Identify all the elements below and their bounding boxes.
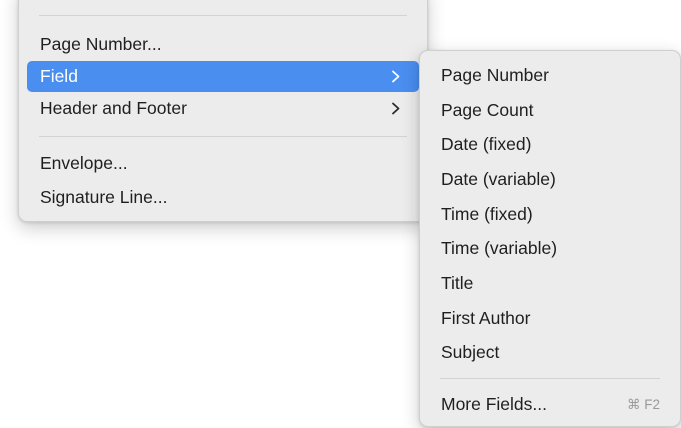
submenu-item-title[interactable]: Title	[428, 268, 672, 299]
menu-item-label: Time (fixed)	[441, 204, 533, 224]
field-submenu: Page Number Page Count Date (fixed) Date…	[419, 50, 681, 427]
screen: Page Number... Field Header and Footer E…	[0, 0, 681, 428]
menu-item-label: Date (fixed)	[441, 134, 532, 154]
insert-menu: Page Number... Field Header and Footer E…	[18, 0, 428, 222]
submenu-item-date-fixed[interactable]: Date (fixed)	[428, 129, 672, 160]
menu-separator	[440, 378, 660, 379]
chevron-right-icon	[389, 61, 403, 92]
submenu-item-page-number[interactable]: Page Number	[428, 60, 672, 91]
submenu-item-time-fixed[interactable]: Time (fixed)	[428, 199, 672, 230]
submenu-item-first-author[interactable]: First Author	[428, 303, 672, 334]
chevron-right-icon	[389, 93, 403, 124]
submenu-item-page-count[interactable]: Page Count	[428, 95, 672, 126]
menu-item-label: Page Number	[441, 65, 549, 85]
menu-item-label: Page Number...	[40, 34, 162, 54]
menu-item-label: Title	[441, 273, 474, 293]
keyboard-shortcut: ⌘ F2	[626, 397, 660, 412]
submenu-item-more-fields[interactable]: More Fields... ⌘ F2	[428, 389, 672, 420]
menu-separator	[39, 136, 407, 137]
menu-item-label: Page Count	[441, 100, 534, 120]
submenu-item-subject[interactable]: Subject	[428, 337, 672, 368]
menu-item-label: Header and Footer	[40, 98, 187, 118]
menu-item-label: Signature Line...	[40, 187, 168, 207]
menu-item-field[interactable]: Field	[27, 61, 419, 92]
menu-item-label: Envelope...	[40, 153, 128, 173]
menu-item-label: Field	[40, 66, 78, 86]
menu-item-label: First Author	[441, 308, 531, 328]
menu-item-envelope[interactable]: Envelope...	[27, 148, 419, 179]
menu-item-signature-line[interactable]: Signature Line...	[27, 182, 419, 213]
submenu-item-time-variable[interactable]: Time (variable)	[428, 233, 672, 264]
menu-separator	[39, 15, 407, 16]
menu-item-page-number[interactable]: Page Number...	[27, 29, 419, 60]
menu-item-label: Subject	[441, 342, 500, 362]
submenu-item-date-variable[interactable]: Date (variable)	[428, 164, 672, 195]
menu-item-label: Date (variable)	[441, 169, 556, 189]
menu-item-header-and-footer[interactable]: Header and Footer	[27, 93, 419, 124]
menu-item-label: More Fields...	[441, 394, 547, 414]
menu-item-label: Time (variable)	[441, 238, 558, 258]
